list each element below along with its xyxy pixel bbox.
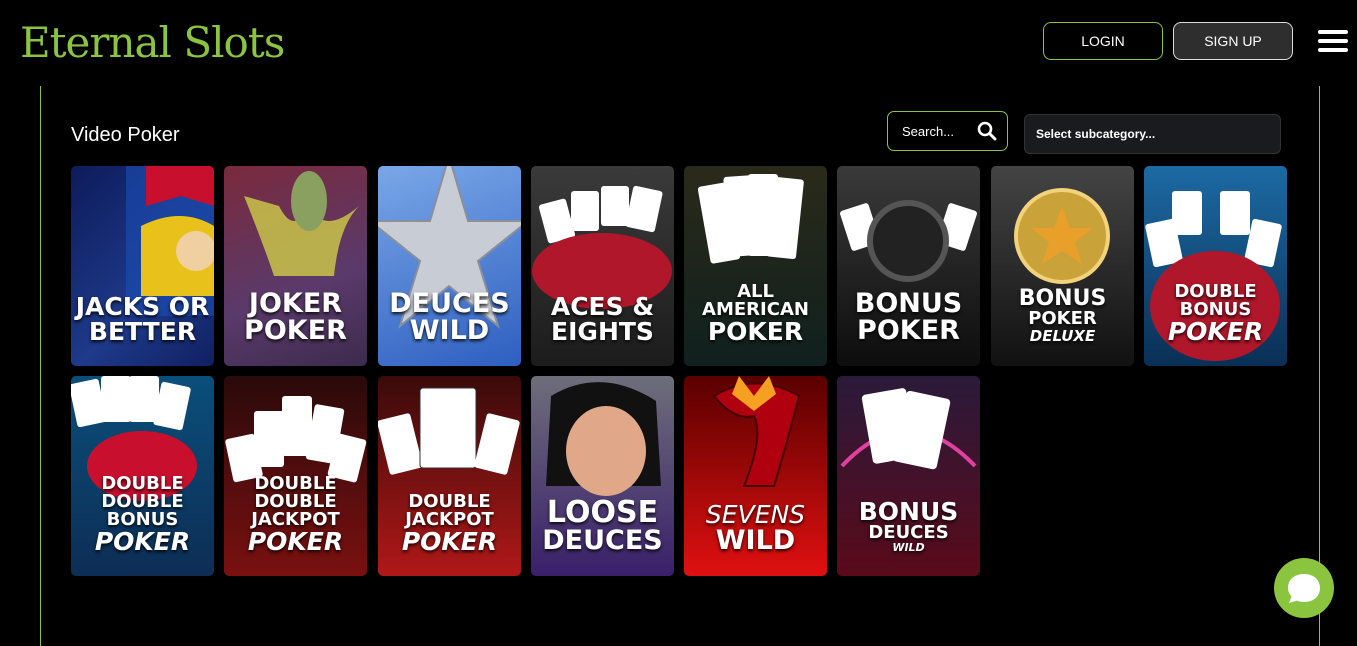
game-tile-sevens-wild[interactable]: SEVENS WILD [684,376,827,576]
game-title: ALL AMERICAN POKER [702,281,809,346]
game-tile-double-double-bonus-poker[interactable]: DOUBLE DOUBLE BONUS POKER [71,376,214,576]
game-title: DEUCES WILD [389,288,510,346]
site-logo[interactable]: Eternal Slots [20,18,285,68]
game-title: SEVENS WILD [705,500,806,556]
game-title: LOOSE DEUCES [542,495,663,556]
game-title: ACES & EIGHTS [550,292,655,346]
game-tile-bonus-deuces-wild[interactable]: BONUS DEUCES WILD [837,376,980,576]
game-tile-deuces-wild[interactable]: DEUCES WILD [378,166,521,366]
game-tile-bonus-poker-deluxe[interactable]: BONUS POKER DELUXE [991,166,1134,366]
game-tile-loose-deuces[interactable]: LOOSE DEUCES [531,376,674,576]
game-tile-all-american-poker[interactable]: ALL AMERICAN POKER [684,166,827,366]
login-button[interactable]: LOGIN [1043,22,1163,60]
signup-button[interactable]: SIGN UP [1173,22,1293,60]
game-title: BONUS DEUCES WILD [858,497,959,554]
game-title: BONUS POKER DELUXE [1018,286,1107,345]
game-title: DOUBLE DOUBLE BONUS POKER [94,473,191,556]
game-tile-bonus-poker[interactable]: BONUS POKER [837,166,980,366]
game-title: DOUBLE DOUBLE JACKPOT POKER [247,473,344,556]
game-tile-joker-poker[interactable]: JOKER POKER [224,166,367,366]
game-tile-aces-and-eights[interactable]: ACES & EIGHTS [531,166,674,366]
section-title: Video Poker [71,124,180,146]
hamburger-icon[interactable] [1318,30,1348,52]
search-placeholder: Search... [902,123,955,139]
game-title: DOUBLE JACKPOT POKER [401,491,498,556]
chat-bubble-icon [1288,574,1320,603]
game-tile-jacks-or-better[interactable]: JACKS OR BETTER [71,166,214,366]
game-title: DOUBLE BONUS POKER [1167,281,1264,346]
search-icon[interactable] [977,121,997,141]
game-title: JACKS OR BETTER [75,292,210,346]
search-input[interactable]: Search... [887,111,1008,151]
game-title: BONUS POKER [854,288,963,346]
game-tile-double-bonus-poker[interactable]: DOUBLE BONUS POKER [1144,166,1287,366]
subcategory-select[interactable]: Select subcategory... [1024,114,1281,154]
game-title: JOKER POKER [244,288,347,346]
game-tile-double-double-jackpot-poker[interactable]: DOUBLE DOUBLE JACKPOT POKER [224,376,367,576]
game-tile-double-jackpot-poker[interactable]: DOUBLE JACKPOT POKER [378,376,521,576]
chat-button[interactable] [1274,558,1334,618]
